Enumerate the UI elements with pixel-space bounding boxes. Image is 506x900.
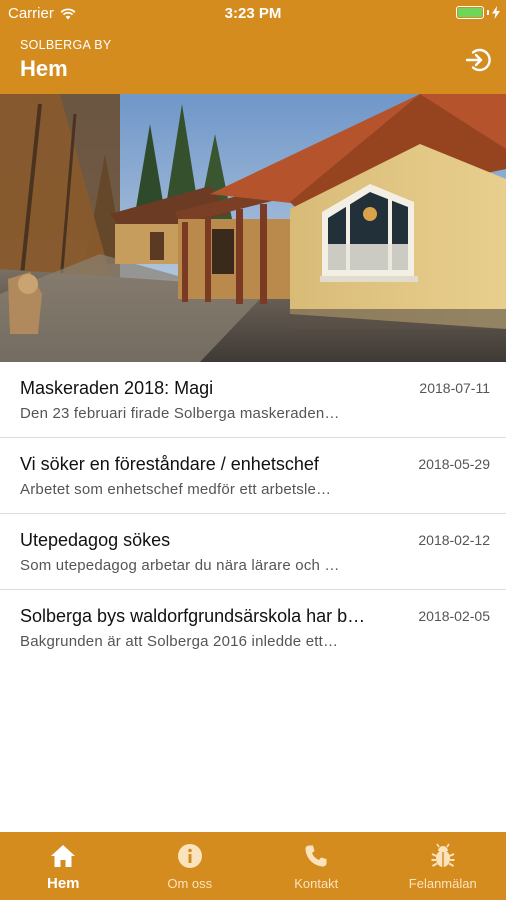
- login-icon: [465, 48, 491, 72]
- news-list: Maskeraden 2018: Magi 2018-07-11 Den 23 …: [0, 362, 506, 666]
- school-building-photo: [0, 94, 506, 362]
- news-excerpt: Arbetet som enhetschef medför ett arbets…: [20, 481, 332, 498]
- news-title: Maskeraden 2018: Magi: [20, 378, 214, 398]
- news-title: Vi söker en föreståndare / enhetschef: [20, 454, 319, 474]
- phone-icon: [305, 845, 327, 867]
- info-icon: [177, 844, 202, 868]
- news-item[interactable]: Solberga bys waldorfgrundsärskola har b……: [0, 590, 506, 666]
- news-date: 2018-07-11: [419, 380, 490, 396]
- news-item[interactable]: Utepedagog sökes 2018-02-12 Som utepedag…: [0, 514, 506, 590]
- battery-icon: [456, 6, 484, 19]
- tab-om-oss[interactable]: Om oss: [127, 832, 254, 900]
- tab-bar: Hem Om oss Kontakt Felanmälan: [0, 832, 506, 900]
- tab-label: Om oss: [167, 876, 213, 891]
- tab-label: Felanmälan: [408, 876, 477, 891]
- bug-icon: [431, 843, 455, 867]
- news-excerpt: Bakgrunden är att Solberga 2016 inledde …: [20, 633, 339, 650]
- status-time: 3:23 PM: [224, 5, 282, 22]
- news-excerpt: Den 23 februari firade Solberga maskerad…: [20, 405, 340, 422]
- tab-label: Kontakt: [294, 876, 339, 891]
- news-title: Utepedagog sökes: [20, 530, 171, 550]
- app-header: SOLBERGA BY Hem: [0, 28, 506, 94]
- page-title: Hem: [20, 56, 68, 81]
- news-title: Solberga bys waldorfgrundsärskola har b…: [20, 606, 366, 626]
- news-item[interactable]: Vi söker en föreståndare / enhetschef 20…: [0, 438, 506, 514]
- header-subtitle: SOLBERGA BY: [20, 38, 112, 52]
- charging-icon: [492, 6, 500, 19]
- news-item[interactable]: Maskeraden 2018: Magi 2018-07-11 Den 23 …: [0, 362, 506, 438]
- tab-label: Hem: [46, 875, 80, 892]
- news-date: 2018-02-12: [418, 532, 490, 548]
- hero-image: [0, 94, 506, 362]
- login-button[interactable]: [462, 44, 494, 76]
- home-icon: [51, 845, 76, 867]
- news-excerpt: Som utepedagog arbetar du nära lärare oc…: [20, 557, 340, 574]
- news-date: 2018-02-05: [418, 608, 490, 624]
- tab-felanmalan[interactable]: Felanmälan: [380, 832, 506, 900]
- news-date: 2018-05-29: [418, 456, 490, 472]
- status-bar: Carrier 3:23 PM: [0, 0, 506, 28]
- tab-hem[interactable]: Hem: [0, 832, 127, 900]
- tab-kontakt[interactable]: Kontakt: [253, 832, 380, 900]
